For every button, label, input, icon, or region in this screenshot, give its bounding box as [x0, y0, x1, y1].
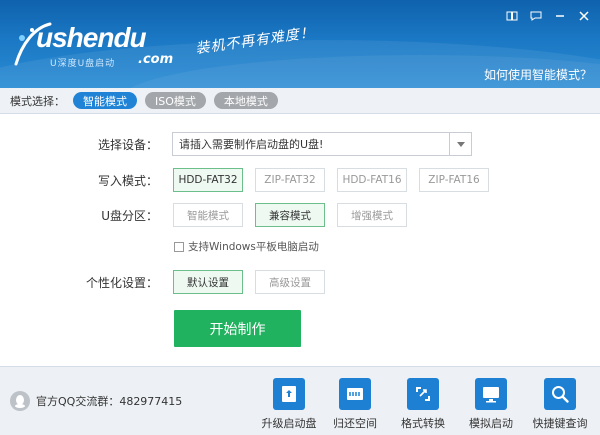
personalize-default[interactable]: 默认设置	[173, 270, 243, 294]
tablet-boot-checkbox[interactable]: 支持Windows平板电脑启动	[174, 239, 319, 254]
restore-space-icon	[339, 378, 371, 410]
footer-bar: 官方QQ交流群：482977415 升级启动盘 归还空间 格式转换 模拟启动 快…	[0, 366, 600, 435]
book-icon[interactable]	[500, 6, 524, 26]
tool-label: 归还空间	[333, 417, 377, 430]
tool-simulate-boot[interactable]: 模拟启动	[459, 378, 523, 431]
partition-label: U盘分区：	[101, 208, 158, 223]
write-mode-zip-fat32[interactable]: ZIP-FAT32	[255, 168, 325, 192]
chevron-down-icon[interactable]	[449, 133, 471, 155]
partition-row: U盘分区：	[0, 203, 166, 227]
write-mode-zip-fat16[interactable]: ZIP-FAT16	[419, 168, 489, 192]
tool-hotkey-search[interactable]: 快捷键查询	[528, 378, 592, 431]
device-label: 选择设备：	[97, 137, 158, 152]
write-mode-label: 写入模式：	[97, 173, 158, 188]
qq-group-text: 官方QQ交流群：482977415	[36, 395, 183, 408]
mode-tab-local[interactable]: 本地模式	[213, 92, 278, 109]
write-mode-hdd-fat16[interactable]: HDD-FAT16	[337, 168, 407, 192]
write-mode-hdd-fat32[interactable]: HDD-FAT32	[173, 168, 243, 192]
device-select-value: 请插入需要制作启动盘的U盘!	[179, 138, 324, 151]
qq-group: 官方QQ交流群：482977415	[10, 391, 182, 411]
device-select[interactable]: 请插入需要制作启动盘的U盘!	[172, 132, 472, 156]
minimize-icon[interactable]	[548, 6, 572, 26]
start-button[interactable]: 开始制作	[174, 310, 301, 347]
chat-icon[interactable]	[524, 6, 548, 26]
personalize-row: 个性化设置：	[0, 270, 166, 294]
partition-compatible[interactable]: 兼容模式	[255, 203, 325, 227]
tool-label: 升级启动盘	[261, 417, 317, 430]
help-link[interactable]: 如何使用智能模式？	[484, 66, 592, 83]
write-mode-row: 写入模式：	[0, 168, 166, 192]
hotkey-search-icon	[544, 378, 576, 410]
device-row: 选择设备：	[0, 132, 166, 156]
partition-enhanced[interactable]: 增强模式	[337, 203, 407, 227]
window-controls	[500, 6, 596, 26]
tablet-boot-label: 支持Windows平板电脑启动	[188, 241, 319, 253]
mode-bar-label: 模式选择：	[10, 94, 65, 108]
checkbox-box[interactable]	[174, 241, 184, 252]
logo-subtitle: U深度U盘启动	[50, 59, 116, 69]
header-banner: ushendu U深度U盘启动 .com 装机不再有难度！ 如何使用智能模式？	[0, 0, 600, 88]
mode-bar: 模式选择： 智能模式 ISO模式 本地模式	[0, 88, 600, 114]
tool-restore-space[interactable]: 归还空间	[323, 378, 387, 431]
tool-label: 模拟启动	[469, 417, 513, 430]
partition-smart[interactable]: 智能模式	[173, 203, 243, 227]
mode-tab-smart[interactable]: 智能模式	[73, 92, 137, 109]
format-convert-icon	[407, 378, 439, 410]
mode-tab-iso[interactable]: ISO模式	[145, 92, 206, 109]
app-logo: ushendu U深度U盘启动 .com	[10, 14, 190, 74]
personalize-label: 个性化设置：	[85, 275, 158, 290]
upgrade-disk-icon	[273, 378, 305, 410]
close-icon[interactable]	[572, 6, 596, 26]
tool-label: 格式转换	[401, 417, 445, 430]
logo-domain: .com	[138, 52, 174, 67]
simulate-boot-icon	[475, 378, 507, 410]
logo-text: ushendu	[36, 22, 147, 53]
tool-label: 快捷键查询	[532, 417, 588, 430]
personalize-advanced[interactable]: 高级设置	[255, 270, 325, 294]
tool-upgrade-disk[interactable]: 升级启动盘	[257, 378, 321, 431]
qq-penguin-icon	[10, 391, 30, 411]
tool-format-convert[interactable]: 格式转换	[391, 378, 455, 431]
